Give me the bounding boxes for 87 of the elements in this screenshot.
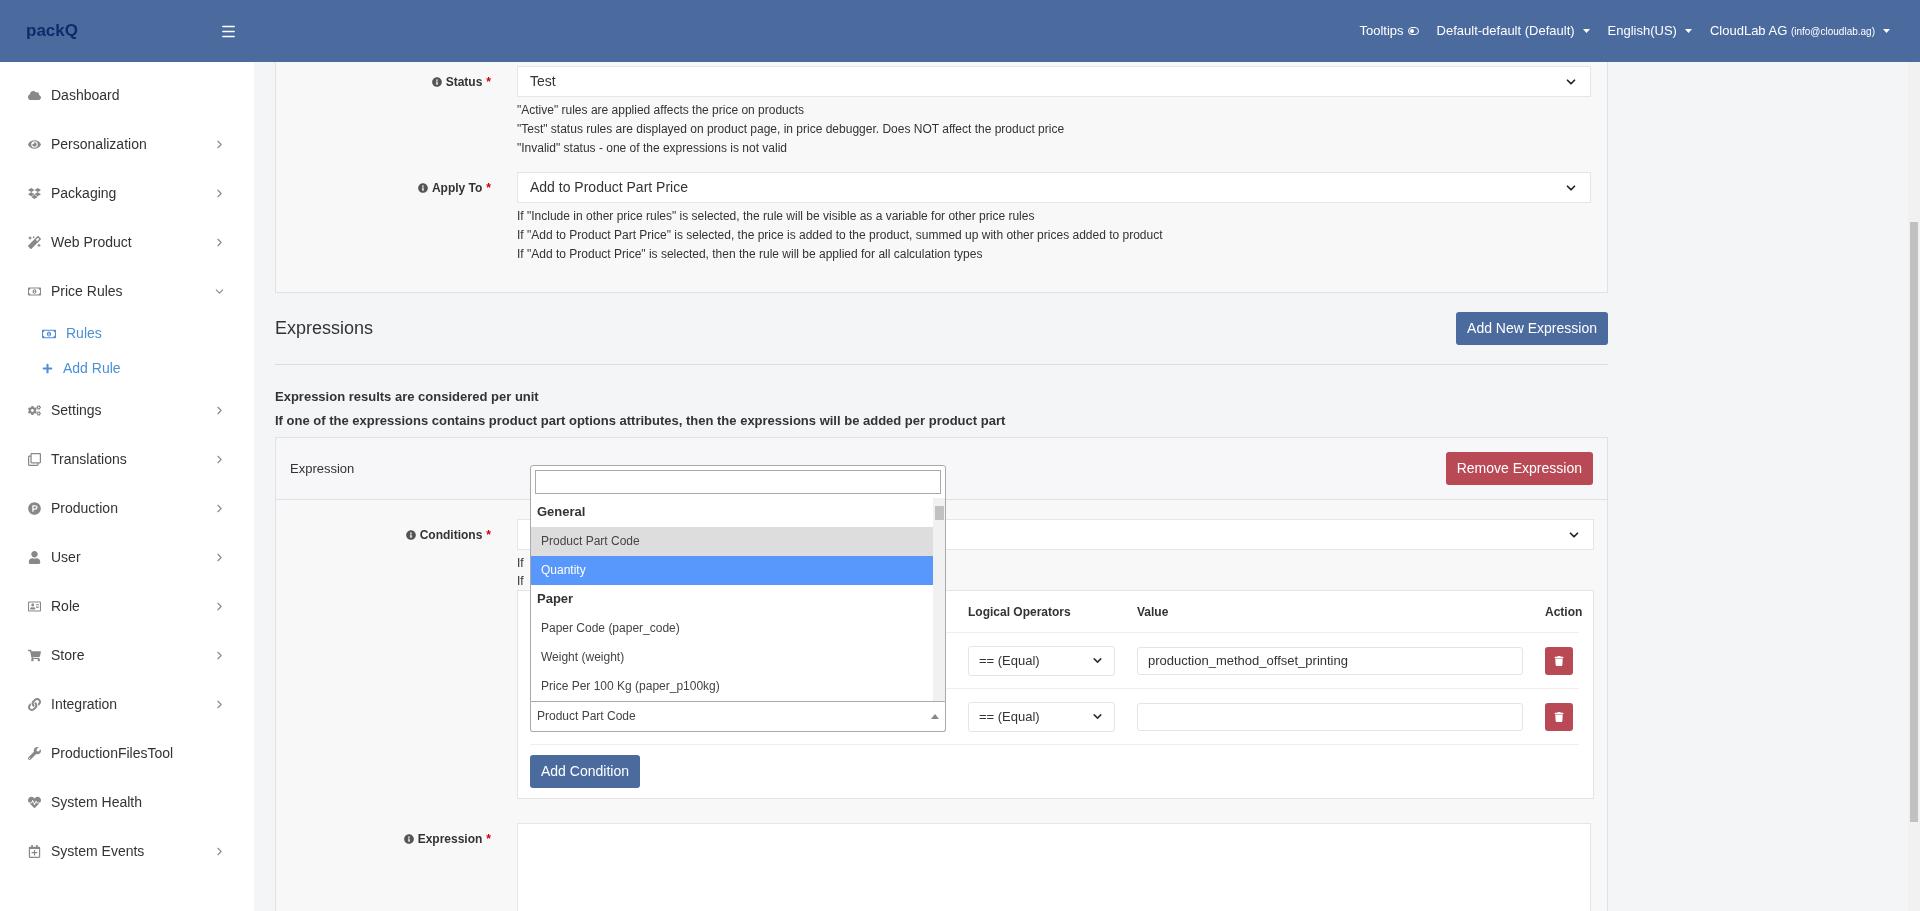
column-header: Value — [1137, 603, 1170, 621]
remove-expression-button[interactable]: Remove Expression — [1445, 452, 1593, 485]
card-title: Expression — [290, 459, 355, 478]
field-label: Expression — [417, 830, 483, 848]
info-icon[interactable] — [403, 833, 414, 844]
dropdown-option[interactable]: Weight (weight) — [531, 642, 933, 672]
section-title: Expressions — [275, 316, 374, 340]
sidebar-item[interactable]: ProductionFilesTool — [0, 729, 254, 778]
required-mark: * — [486, 526, 491, 544]
value-field[interactable]: production_method_offset_printing — [1137, 646, 1523, 675]
operator-select[interactable]: == (Equal) — [968, 701, 1115, 732]
select-field[interactable]: Product Part Code — [530, 701, 946, 732]
calendar-plus-icon — [28, 845, 41, 858]
select-field[interactable]: Test — [517, 66, 1591, 97]
delete-button[interactable] — [1545, 702, 1573, 731]
option-group-label: Paper — [536, 590, 575, 609]
wand-icon — [28, 236, 41, 249]
id-card-icon — [28, 600, 41, 613]
note-text: Expression results are considered per unit — [275, 388, 540, 406]
help-text: If — [517, 556, 524, 570]
help-text: If "Add to Product Part Price" is selected, the price is added to the product, summed up with other prices added to product — [517, 227, 1164, 244]
link-icon — [28, 698, 41, 711]
caret-icon — [1582, 29, 1590, 33]
sidebar-item[interactable]: Store — [0, 631, 254, 680]
help-text: If "Include in other price rules" is selected, the rule will be visible as a variable for other price rules — [517, 208, 1036, 225]
required-mark: * — [486, 73, 491, 91]
dropdown-option[interactable]: Paper Code (paper_code) — [531, 613, 933, 643]
note-text: If one of the expressions contains product part options attributes, then the expressions will be added per product part — [275, 412, 1007, 430]
sidebar-item[interactable]: Dashboard — [0, 71, 254, 120]
caret-icon — [1684, 29, 1692, 33]
value-field[interactable] — [1137, 702, 1523, 731]
caret-icon — [1883, 29, 1890, 33]
add-expression-button[interactable]: Add New Expression — [1456, 311, 1608, 345]
dropdown-option[interactable]: Price Per 100 Kg (paper_p100kg) — [531, 671, 933, 701]
sidebar-item[interactable]: Role — [0, 582, 254, 631]
info-icon[interactable] — [431, 76, 442, 87]
search-field[interactable] — [535, 469, 941, 494]
squares-icon — [28, 453, 41, 466]
add-condition-button[interactable]: Add Condition — [530, 755, 640, 788]
heartbeat-icon — [28, 796, 41, 809]
help-text: "Test" status rules are displayed on product page, in price debugger. Does NOT affect the product price — [517, 121, 1066, 138]
info-icon[interactable] — [417, 182, 428, 193]
required-mark: * — [486, 179, 491, 197]
field-label: Status — [445, 73, 483, 91]
operator-select[interactable]: == (Equal) — [968, 645, 1115, 676]
help-text: If — [517, 574, 524, 588]
box-icon — [28, 187, 41, 200]
trash-icon — [1554, 655, 1564, 666]
gears-icon — [28, 404, 41, 417]
sidebar-item[interactable]: Packaging — [0, 169, 254, 218]
help-text: "Invalid" status - one of the expressions is not valid — [517, 140, 788, 157]
sidebar-item[interactable]: Web Product — [0, 218, 254, 267]
sidebar-item[interactable]: Personalization — [0, 120, 254, 169]
column-header: Logical Operators — [968, 603, 1072, 621]
tooltips-toggle[interactable]: Tooltips — [1359, 21, 1419, 41]
banknote-icon — [28, 285, 41, 298]
caret-up-icon — [931, 713, 939, 719]
dropdown-option[interactable]: Product Part Code — [531, 526, 933, 556]
sidebar-item[interactable]: Production — [0, 484, 254, 533]
field-label: Conditions — [419, 526, 483, 544]
user-icon — [28, 551, 41, 564]
sidebar-item[interactable]: Translations — [0, 435, 254, 484]
info-icon[interactable] — [405, 529, 416, 540]
required-mark: * — [486, 830, 491, 848]
option-group-label: General — [536, 503, 587, 522]
scrollbar[interactable] — [933, 497, 945, 701]
trash-icon — [1554, 711, 1564, 722]
eye-icon — [28, 138, 41, 151]
sidebar-item[interactable]: User — [0, 533, 254, 582]
field-label: Apply To — [431, 179, 483, 197]
help-text: "Active" rules are applied affects the price on products — [517, 102, 806, 119]
help-text: If "Add to Product Price" is selected, then the rule will be applied for all calculation types — [517, 246, 984, 263]
user-menu[interactable]: CloudLab AG (info@cloudlab.ag) — [1709, 21, 1890, 41]
sidebar-item[interactable]: Price Rules — [0, 267, 254, 316]
wrench-icon — [28, 747, 41, 760]
cart-icon — [28, 649, 41, 662]
dropdown-menu[interactable]: Default-default (Default) — [1436, 21, 1590, 41]
sidebar-item[interactable]: Integration — [0, 680, 254, 729]
cloud-icon — [28, 89, 41, 102]
sidebar-item[interactable]: System Health — [0, 778, 254, 827]
sidebar-item[interactable]: Settings — [0, 386, 254, 435]
sidebar-item[interactable]: System Events — [0, 827, 254, 876]
select-field[interactable]: Add to Product Part Price — [517, 172, 1591, 203]
plus-icon — [42, 363, 53, 374]
page-scrollbar[interactable] — [1908, 62, 1920, 911]
dropdown-menu[interactable]: English(US) — [1607, 21, 1692, 41]
delete-button[interactable] — [1545, 646, 1573, 675]
